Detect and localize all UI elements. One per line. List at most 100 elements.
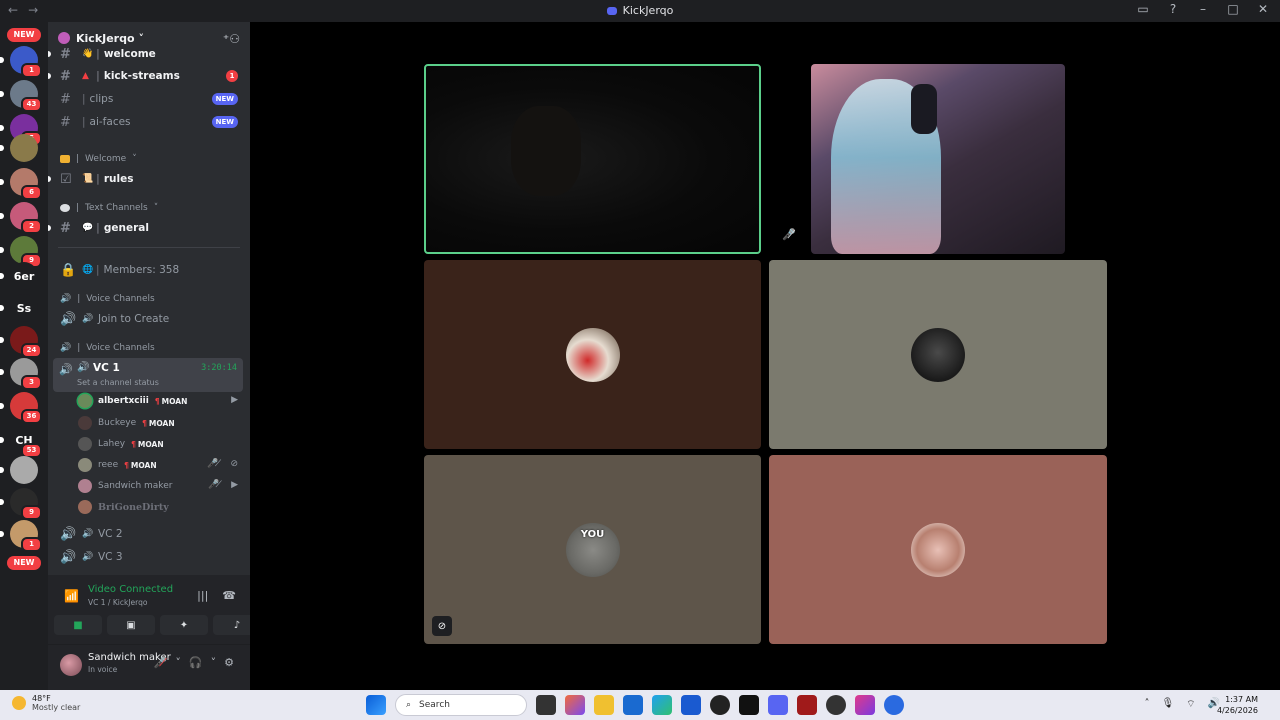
voice-channel-vc2[interactable]: 🔊 🔊 VC 2: [48, 524, 250, 544]
clock[interactable]: 1:37 AM 4/26/2026: [1217, 694, 1258, 716]
inbox-icon[interactable]: ▭: [1136, 2, 1150, 16]
voice-member[interactable]: Buckeye ¶ MOAN: [78, 413, 243, 433]
server-icon[interactable]: [0, 456, 38, 484]
leo-app-icon[interactable]: [739, 695, 759, 715]
channel-members-count[interactable]: 🔒 🌐 | Members: 358: [48, 260, 250, 280]
gear-icon[interactable]: ⚙: [224, 656, 234, 669]
noise-suppression-icon[interactable]: |||: [197, 589, 208, 602]
video-tile-albertxciii[interactable]: [424, 260, 761, 449]
category-text-channels[interactable]: | Text Channels ˅: [60, 203, 158, 213]
category-welcome[interactable]: | Welcome ˅: [60, 154, 137, 164]
alienware-icon[interactable]: [710, 695, 730, 715]
microphone-muted-icon[interactable]: 🎤̸: [154, 656, 168, 669]
server-icon[interactable]: 3: [0, 358, 42, 390]
server-icon[interactable]: Ss: [0, 294, 38, 322]
video-grid: 🎤̸ YOU ⊘: [250, 22, 1280, 690]
category-voice-channels-2[interactable]: 🔊 | Voice Channels: [60, 343, 155, 353]
video-tile-speaking[interactable]: [424, 64, 761, 254]
file-explorer-icon[interactable]: [594, 695, 614, 715]
channel-clips[interactable]: # | clips NEW: [48, 89, 250, 109]
channel-kick-streams[interactable]: # ▲ | kick-streams 1: [48, 66, 250, 86]
voice-modifier-icon[interactable]: [797, 695, 817, 715]
close-button[interactable]: ✕: [1256, 2, 1270, 16]
help-icon[interactable]: ?: [1166, 2, 1180, 16]
video-tile-buckeye[interactable]: [769, 260, 1107, 449]
server-icon[interactable]: 2: [0, 202, 42, 234]
avatar: [78, 437, 92, 451]
windows-start-icon[interactable]: [366, 695, 386, 715]
copilot-icon[interactable]: [565, 695, 585, 715]
voice-member[interactable]: reee ¶ MOAN 🎤̸ ⊘: [78, 455, 243, 475]
server-icon[interactable]: 9: [0, 488, 42, 520]
speaker-icon: 🔊: [60, 294, 72, 304]
minimize-button[interactable]: –: [1196, 2, 1210, 16]
category-voice-channels-1[interactable]: 🔊 | Voice Channels: [60, 294, 155, 304]
store-icon[interactable]: [623, 695, 643, 715]
voice-member[interactable]: Lahey ¶ MOAN: [78, 434, 243, 454]
video-tile-camera[interactable]: [811, 64, 1065, 254]
weather-widget[interactable]: 48°F Mostly clear: [12, 694, 80, 712]
maximize-button[interactable]: □: [1226, 2, 1240, 16]
voice-location[interactable]: VC 1 / KickJerqo: [88, 598, 147, 607]
avatar: [78, 394, 92, 408]
channel-label: clips: [89, 93, 114, 105]
camera-button[interactable]: ■: [54, 615, 102, 635]
video-tile-couple[interactable]: [769, 455, 1107, 644]
member-status-icons: 🎤̸ ▶: [208, 480, 241, 490]
task-view-icon[interactable]: [536, 695, 556, 715]
new-unreads-pill[interactable]: NEW: [7, 28, 41, 42]
unread-pip: [0, 467, 4, 473]
activities-button[interactable]: ✦: [160, 615, 208, 635]
server-icon[interactable]: 1: [0, 520, 42, 552]
server-initials: 6er: [13, 269, 35, 283]
channel-status-placeholder[interactable]: Set a channel status: [77, 378, 159, 387]
server-icon[interactable]: 36: [0, 392, 42, 424]
voice-member[interactable]: albertxciii ¶ MOAN ▶: [78, 391, 243, 411]
triangle-icon: ▲: [82, 71, 89, 81]
search-box[interactable]: ⌕ Search: [395, 694, 527, 716]
browser-icon[interactable]: [884, 695, 904, 715]
headphones-icon[interactable]: 🎧: [189, 656, 203, 669]
signal-strength-icon[interactable]: 📶: [64, 589, 79, 603]
server-icon[interactable]: 43: [0, 80, 42, 112]
voice-channel-vc3[interactable]: 🔊 🔊 VC 3: [48, 547, 250, 567]
new-unreads-pill-bottom[interactable]: NEW: [7, 556, 41, 570]
voice-member[interactable]: Sandwich maker 🎤̸ ▶: [78, 476, 243, 496]
app-icon[interactable]: [855, 695, 875, 715]
chevron-down-icon[interactable]: ˅: [175, 656, 181, 669]
server-icon[interactable]: 24: [0, 326, 42, 358]
speaker-icon: 🔊: [60, 343, 72, 353]
moon-weather-icon: [12, 696, 26, 710]
screen-share-button[interactable]: ▣: [107, 615, 155, 635]
channel-join-to-create[interactable]: 🔊 🔊 Join to Create: [48, 309, 250, 329]
channel-rules[interactable]: ☑ 📜 | rules: [48, 169, 250, 189]
network-icon[interactable]: ⌔: [1186, 698, 1195, 711]
server-icon[interactable]: 9: [0, 236, 42, 268]
mention-badge: 24: [21, 343, 42, 358]
rules-checkbox-icon: ☑: [60, 171, 72, 187]
discord-icon[interactable]: [768, 695, 788, 715]
new-badge: NEW: [211, 93, 238, 105]
server-icon[interactable]: CH 53: [0, 426, 42, 458]
user-panel: Sandwich maker In voice 🎤̸ ˅ 🎧 ˅ ⚙: [48, 645, 250, 690]
voice-channel-vc1[interactable]: 🔊 🔊 VC 1 3:20:14 Set a channel status: [53, 358, 243, 392]
server-icon[interactable]: 1: [0, 46, 42, 78]
obs-icon[interactable]: [826, 695, 846, 715]
channel-general[interactable]: # 💬 | general: [48, 218, 250, 238]
channel-ai-faces[interactable]: # | ai-faces NEW: [48, 112, 250, 132]
chevron-down-icon[interactable]: ˅: [211, 656, 217, 669]
server-icon[interactable]: 6er: [0, 262, 38, 290]
channel-label: VC 2: [98, 528, 123, 540]
voice-connected-label[interactable]: Video Connected: [88, 584, 173, 595]
visual-studio-icon[interactable]: [681, 695, 701, 715]
channel-welcome[interactable]: # 👋 | welcome: [48, 44, 250, 64]
video-tile-self[interactable]: YOU ⊘: [424, 455, 761, 644]
chevron-up-icon[interactable]: ˄: [1144, 698, 1149, 711]
server-icon[interactable]: 6: [0, 168, 42, 200]
voice-member[interactable]: BriGoneDirty: [78, 497, 243, 517]
avatar[interactable]: [60, 654, 82, 676]
edge-icon[interactable]: [652, 695, 672, 715]
server-icon[interactable]: [0, 134, 38, 162]
microphone-icon[interactable]: 🎙: [1161, 698, 1174, 711]
disconnect-icon[interactable]: ☎: [222, 589, 236, 602]
